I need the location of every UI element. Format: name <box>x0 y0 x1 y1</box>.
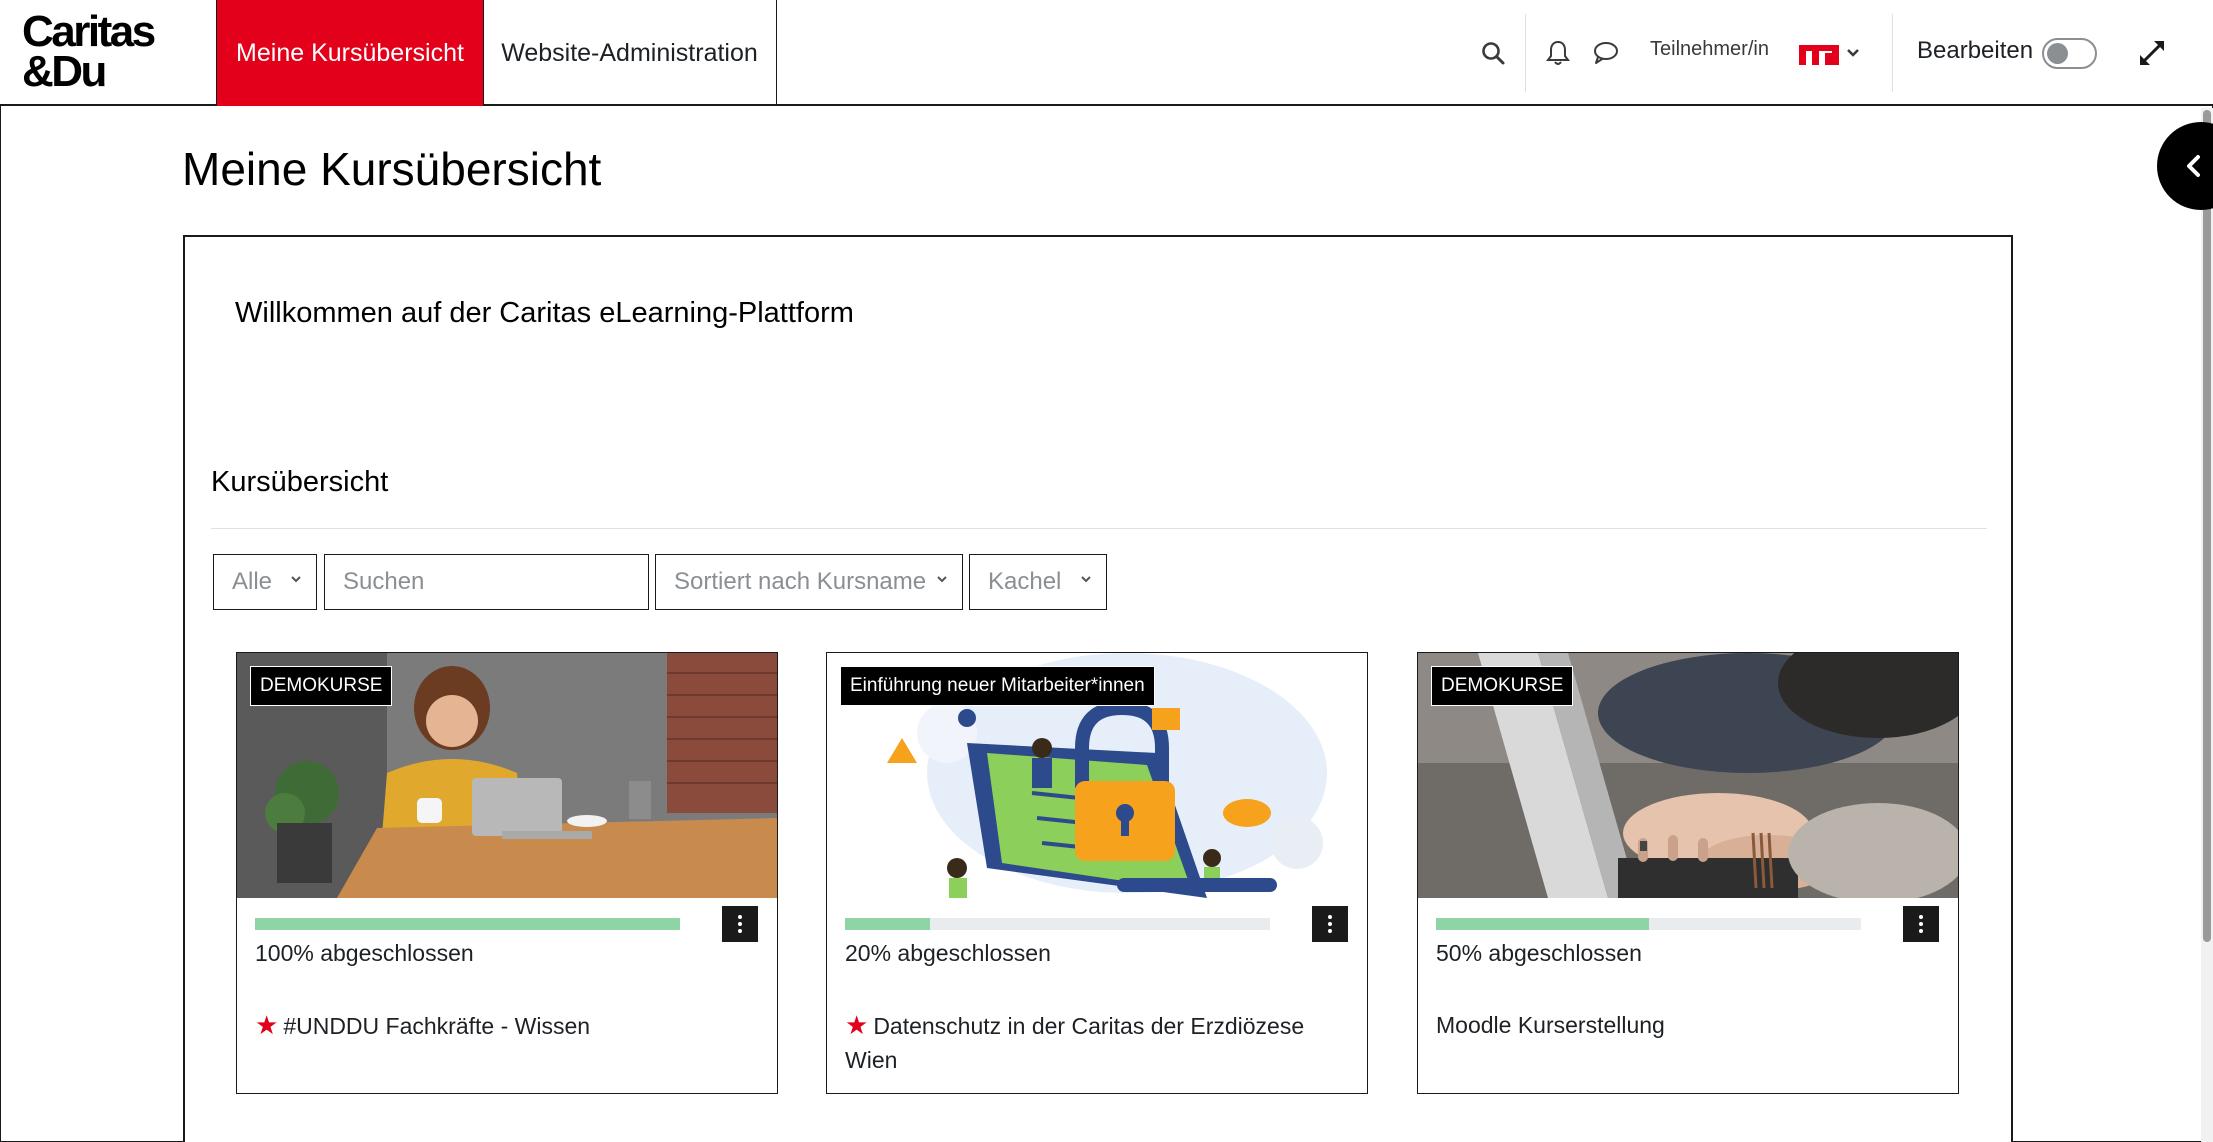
course-name-link[interactable]: ★ Datenschutz in der Caritas der Erzdiöze… <box>845 1008 1345 1077</box>
course-progress-bar <box>255 918 680 930</box>
chevron-down-icon <box>1081 576 1091 583</box>
course-category-badge: Einführung neuer Mitarbeiter*innen <box>840 666 1155 706</box>
chevron-down-icon <box>937 576 947 583</box>
course-card[interactable]: Einführung neuer Mitarbeiter*innen 20% a… <box>826 652 1368 1094</box>
course-overview-block: Willkommen auf der Caritas eLearning-Pla… <box>183 235 2013 1142</box>
search-input[interactable] <box>343 555 648 609</box>
progress-fill <box>1436 918 1649 930</box>
chevron-down-icon <box>291 576 301 583</box>
view-dropdown[interactable]: Kachel <box>969 554 1107 610</box>
progress-fill <box>255 918 680 930</box>
edit-mode-label: Bearbeiten <box>1917 37 2034 64</box>
section-divider <box>211 528 1987 529</box>
chevron-left-icon <box>2187 155 2200 177</box>
course-image[interactable]: DEMOKURSE <box>237 653 777 898</box>
course-menu-button[interactable] <box>1312 906 1348 942</box>
course-name-link[interactable]: Moodle Kurserstellung <box>1436 1008 1936 1042</box>
star-icon: ★ <box>255 1010 279 1040</box>
course-category-badge: DEMOKURSE <box>1431 666 1574 706</box>
logo-line-2: &Du <box>22 47 107 96</box>
view-value: Kachel <box>988 568 1062 595</box>
course-name-link[interactable]: ★ #UNDDU Fachkräfte - Wissen <box>255 1008 755 1043</box>
user-avatar[interactable] <box>1797 35 1841 71</box>
edit-mode-toggle[interactable] <box>2042 38 2097 69</box>
course-card[interactable]: DEMOKURSE 50% abgeschlossen Moodle Kurse… <box>1417 652 1959 1094</box>
nav-divider <box>1525 14 1526 92</box>
course-name: #UNDDU Fachkräfte - Wissen <box>283 1013 591 1039</box>
page-title: Meine Kursübersicht <box>182 143 602 195</box>
course-progress-bar <box>845 918 1270 930</box>
course-search-field[interactable] <box>324 554 649 610</box>
top-navbar: Caritas &Du Meine Kursübersicht Website-… <box>0 0 2213 106</box>
tab-website-administration[interactable]: Website-Administration <box>483 0 777 106</box>
course-category-badge: DEMOKURSE <box>250 666 393 706</box>
fullscreen-icon[interactable] <box>2134 35 2170 71</box>
grouping-value: Alle <box>232 568 273 595</box>
sort-value: Sortiert nach Kursname <box>674 568 927 595</box>
bell-icon[interactable] <box>1540 35 1576 71</box>
course-progress-text: 100% abgeschlossen <box>255 940 474 966</box>
section-title: Kursübersicht <box>211 466 389 498</box>
course-progress-text: 50% abgeschlossen <box>1436 940 1642 966</box>
course-progress-bar <box>1436 918 1861 930</box>
caritas-logo[interactable]: Caritas &Du <box>22 7 182 96</box>
course-progress-text: 20% abgeschlossen <box>845 940 1051 966</box>
search-icon[interactable] <box>1475 35 1511 71</box>
course-name: Moodle Kurserstellung <box>1436 1012 1665 1038</box>
user-role-label: Teilnehmer/in <box>1650 38 1769 60</box>
grouping-dropdown[interactable]: Alle <box>213 554 317 610</box>
nav-divider <box>1892 14 1893 92</box>
course-name: Datenschutz in der Caritas der Erzdiözes… <box>845 1013 1305 1073</box>
tab-meine-kursuebersicht[interactable]: Meine Kursübersicht <box>216 0 484 106</box>
sort-dropdown[interactable]: Sortiert nach Kursname <box>655 554 963 610</box>
logo-line-1: Caritas <box>22 7 156 56</box>
toggle-knob <box>2047 43 2068 64</box>
chevron-down-icon[interactable] <box>1842 35 1864 71</box>
course-menu-button[interactable] <box>722 906 758 942</box>
progress-fill <box>845 918 930 930</box>
course-image[interactable]: DEMOKURSE <box>1418 653 1958 898</box>
star-icon: ★ <box>845 1010 869 1040</box>
course-image[interactable]: Einführung neuer Mitarbeiter*innen <box>827 653 1367 898</box>
chat-icon[interactable] <box>1588 35 1624 71</box>
scrollbar-thumb[interactable] <box>2203 110 2211 942</box>
welcome-text: Willkommen auf der Caritas eLearning-Pla… <box>235 297 854 329</box>
course-card[interactable]: DEMOKURSE 100% abgeschlossen ★ #UNDDU Fac… <box>236 652 778 1094</box>
course-menu-button[interactable] <box>1903 906 1939 942</box>
